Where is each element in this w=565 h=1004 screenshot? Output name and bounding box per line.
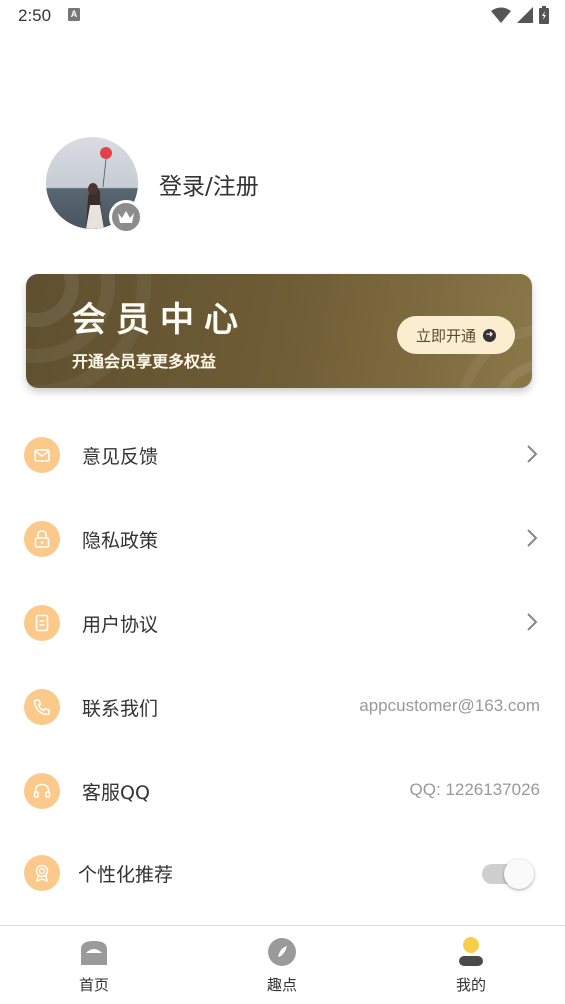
- chevron-right-icon: [527, 529, 538, 547]
- chevron-right-icon: [527, 613, 538, 631]
- menu-item-privacy[interactable]: 隐私政策: [0, 509, 565, 569]
- menu-label: 隐私政策: [82, 530, 159, 552]
- menu-item-feedback[interactable]: 意见反馈: [0, 425, 565, 485]
- tab-home[interactable]: 首页: [49, 936, 139, 998]
- wifi-icon: [491, 7, 511, 23]
- menu-label: 联系我们: [82, 698, 159, 720]
- toggle-knob: [504, 859, 534, 889]
- tab-label: 趣点: [266, 976, 297, 994]
- menu-label: 个性化推荐: [78, 864, 174, 886]
- menu-item-personalized-recommendation: 个性化推荐: [0, 843, 565, 903]
- feedback-icon: [24, 437, 60, 473]
- status-icons: [491, 6, 549, 24]
- signal-icon: [517, 7, 533, 23]
- crown-icon: [109, 200, 143, 234]
- bottom-tab-bar: 首页 趣点 我的: [0, 925, 565, 1004]
- tab-label: 我的: [455, 976, 486, 994]
- profile-section[interactable]: 登录/注册: [46, 137, 466, 237]
- tab-mine[interactable]: 我的: [426, 936, 516, 998]
- tab-discover[interactable]: 趣点: [237, 936, 327, 998]
- vip-subtitle: 开通会员享更多权益: [72, 352, 217, 371]
- compass-icon: [266, 936, 298, 968]
- menu-label: 客服QQ: [82, 782, 150, 804]
- status-bar: 2:50 A: [0, 0, 565, 32]
- home-icon: [78, 936, 110, 968]
- open-vip-label: 立即开通: [415, 326, 476, 345]
- menu-item-customer-qq[interactable]: 客服QQ QQ: 1226137026: [0, 761, 565, 821]
- vip-title: 会员中心: [72, 300, 248, 340]
- status-time: 2:50: [18, 6, 52, 25]
- headset-icon: [24, 773, 60, 809]
- phone-icon: [24, 689, 60, 725]
- a-box-icon: A: [68, 8, 80, 21]
- badge-icon: [24, 855, 60, 891]
- customer-qq-number[interactable]: QQ: 1226137026: [410, 780, 540, 800]
- contact-email[interactable]: appcustomer@163.com: [359, 696, 540, 716]
- menu-item-user-agreement[interactable]: 用户协议: [0, 593, 565, 653]
- user-icon: [455, 936, 487, 968]
- document-icon: [24, 605, 60, 641]
- arrow-right-circle-icon: ➜: [483, 328, 496, 342]
- menu-label: 意见反馈: [82, 446, 159, 468]
- vip-card[interactable]: 会员中心 开通会员享更多权益 立即开通 ➜: [26, 274, 532, 388]
- lock-icon: [24, 521, 60, 557]
- chevron-right-icon: [527, 445, 538, 463]
- login-register-link[interactable]: 登录/注册: [159, 167, 259, 201]
- menu-item-contact-us[interactable]: 联系我们 appcustomer@163.com: [0, 677, 565, 737]
- open-vip-button[interactable]: 立即开通 ➜: [397, 316, 515, 354]
- tab-label: 首页: [78, 976, 109, 994]
- battery-icon: [539, 6, 549, 24]
- personalized-recommendation-toggle[interactable]: [482, 858, 534, 890]
- menu-label: 用户协议: [82, 614, 159, 636]
